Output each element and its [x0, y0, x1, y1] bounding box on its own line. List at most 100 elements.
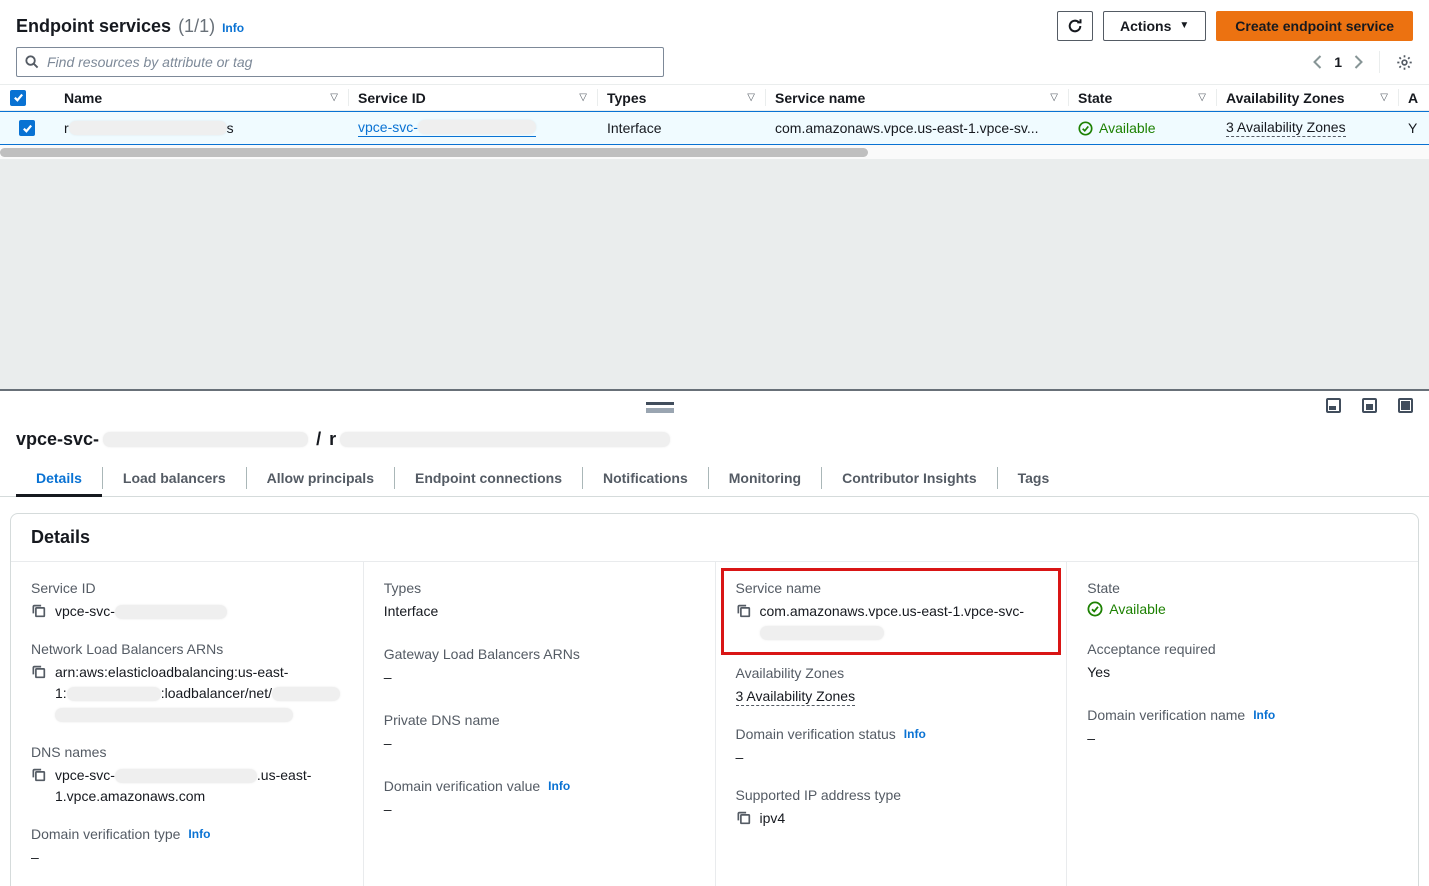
filter-icon[interactable]: ▽	[330, 92, 338, 103]
resource-count: (1/1)	[178, 16, 215, 37]
info-link[interactable]: Info	[1253, 708, 1275, 722]
empty-background	[0, 160, 1429, 389]
toolbar-row: 1	[0, 42, 1429, 80]
field-acceptance-required: Acceptance required Yes	[1087, 641, 1398, 683]
field-state: State Available	[1087, 580, 1398, 617]
tab-endpoint-connections[interactable]: Endpoint connections	[395, 464, 582, 496]
filter-icon[interactable]: ▽	[579, 92, 587, 103]
panel-size-medium-icon[interactable]	[1362, 398, 1377, 413]
info-link[interactable]: Info	[188, 827, 210, 841]
details-card: Details Service ID vpce-svc-	[10, 513, 1419, 886]
details-card-title: Details	[11, 514, 1418, 562]
tab-notifications[interactable]: Notifications	[583, 464, 708, 496]
filter-icon[interactable]: ▽	[1198, 92, 1206, 103]
field-dns-names: DNS names vpce-svc-.us-east- 1.vpce.amaz…	[31, 744, 343, 807]
redacted-text	[760, 626, 884, 640]
actions-label: Actions	[1120, 18, 1171, 34]
redacted-text	[272, 687, 340, 701]
copy-icon[interactable]	[31, 603, 46, 618]
search-icon	[24, 54, 39, 69]
column-header-service-name[interactable]: Service name ▽	[765, 85, 1068, 110]
info-link[interactable]: Info	[222, 21, 244, 35]
info-link[interactable]: Info	[904, 727, 926, 741]
divider	[1379, 51, 1380, 73]
field-private-dns-name: Private DNS name –	[384, 712, 695, 754]
cell-service-id: vpce-svc-	[348, 112, 597, 144]
info-link[interactable]: Info	[548, 779, 570, 793]
row-checkbox[interactable]	[19, 120, 35, 136]
table-header: Name ▽ Service ID ▽ Types ▽ Service name…	[0, 84, 1429, 111]
page-number[interactable]: 1	[1334, 54, 1342, 70]
column-header-acceptance[interactable]: A	[1398, 85, 1429, 110]
filter-icon[interactable]: ▽	[1380, 92, 1388, 103]
column-header-availability-zones[interactable]: Availability Zones ▽	[1216, 85, 1398, 110]
copy-icon[interactable]	[736, 810, 751, 825]
filter-icon[interactable]: ▽	[1050, 92, 1058, 103]
details-column-1: Service ID vpce-svc- Network Load Balanc…	[11, 562, 363, 886]
tab-monitoring[interactable]: Monitoring	[709, 464, 821, 496]
cell-name: rs	[54, 112, 348, 144]
service-id-link[interactable]: vpce-svc-	[358, 119, 536, 137]
cell-state: Available	[1068, 112, 1216, 144]
tab-contributor-insights[interactable]: Contributor Insights	[822, 464, 997, 496]
field-types: Types Interface	[384, 580, 695, 622]
endpoint-services-page: Endpoint services (1/1) Info Actions ▼	[0, 0, 1429, 886]
create-label: Create endpoint service	[1235, 18, 1394, 34]
panel-size-small-icon[interactable]	[1326, 398, 1341, 413]
split-panel-drag-handle[interactable]	[646, 402, 674, 413]
tab-allow-principals[interactable]: Allow principals	[247, 464, 394, 496]
previous-page-icon[interactable]	[1313, 55, 1322, 69]
copy-icon[interactable]	[31, 767, 46, 782]
actions-button[interactable]: Actions ▼	[1103, 11, 1206, 41]
details-column-3: Service name com.amazonaws.vpce.us-east-…	[715, 562, 1067, 886]
split-panel-controls	[1326, 398, 1413, 413]
state-text: Available	[1099, 120, 1156, 136]
redacted-text	[115, 605, 227, 619]
column-header-name[interactable]: Name ▽	[54, 85, 348, 110]
create-endpoint-service-button[interactable]: Create endpoint service	[1216, 11, 1413, 41]
copy-icon[interactable]	[736, 603, 751, 618]
search-input[interactable]	[16, 47, 664, 77]
page-title: Endpoint services	[16, 16, 171, 37]
table-section: Endpoint services (1/1) Info Actions ▼	[0, 0, 1429, 160]
horizontal-scrollbar	[0, 145, 1429, 160]
select-all-cell	[0, 85, 54, 110]
details-card-body: Service ID vpce-svc- Network Load Balanc…	[11, 562, 1418, 886]
availability-zones-popover[interactable]: 3 Availability Zones	[736, 688, 856, 706]
title-group: Endpoint services (1/1) Info	[16, 16, 244, 37]
refresh-button[interactable]	[1057, 11, 1093, 41]
availability-zones-popover[interactable]: 3 Availability Zones	[1226, 119, 1346, 137]
field-domain-verification-name: Domain verification name Info –	[1087, 707, 1398, 749]
field-domain-verification-type: Domain verification type Info –	[31, 826, 343, 868]
available-check-icon	[1078, 121, 1093, 136]
next-page-icon[interactable]	[1354, 55, 1363, 69]
field-service-id: Service ID vpce-svc-	[31, 580, 343, 622]
cell-service-name: com.amazonaws.vpce.us-east-1.vpce-sv...	[765, 112, 1068, 144]
select-all-checkbox[interactable]	[10, 90, 26, 106]
cell-availability-zones: 3 Availability Zones	[1216, 112, 1398, 144]
table-row[interactable]: rs vpce-svc- Interface com.amazonaws.vpc…	[0, 111, 1429, 145]
redacted-text	[115, 769, 257, 783]
tab-bar: Details Load balancers Allow principals …	[0, 464, 1429, 497]
pagination: 1	[1313, 51, 1413, 73]
service-name-highlight-box: Service name com.amazonaws.vpce.us-east-…	[721, 568, 1062, 655]
field-domain-verification-value: Domain verification value Info –	[384, 778, 695, 820]
column-header-service-id[interactable]: Service ID ▽	[348, 85, 597, 110]
tab-tags[interactable]: Tags	[998, 464, 1070, 496]
column-header-state[interactable]: State ▽	[1068, 85, 1216, 110]
copy-icon[interactable]	[31, 664, 46, 679]
field-supported-ip: Supported IP address type ipv4	[736, 787, 1047, 829]
column-header-types[interactable]: Types ▽	[597, 85, 765, 110]
redacted-text	[418, 120, 536, 134]
tab-details[interactable]: Details	[16, 464, 102, 496]
redacted-text	[55, 708, 293, 722]
redacted-text	[340, 432, 670, 447]
settings-gear-icon[interactable]	[1396, 54, 1413, 71]
redacted-text	[69, 121, 227, 135]
refresh-icon	[1067, 18, 1083, 34]
filter-icon[interactable]: ▽	[747, 92, 755, 103]
panel-size-large-icon[interactable]	[1398, 398, 1413, 413]
header-actions: Actions ▼ Create endpoint service	[1057, 11, 1413, 41]
scrollbar-thumb[interactable]	[0, 148, 868, 157]
tab-load-balancers[interactable]: Load balancers	[103, 464, 246, 496]
